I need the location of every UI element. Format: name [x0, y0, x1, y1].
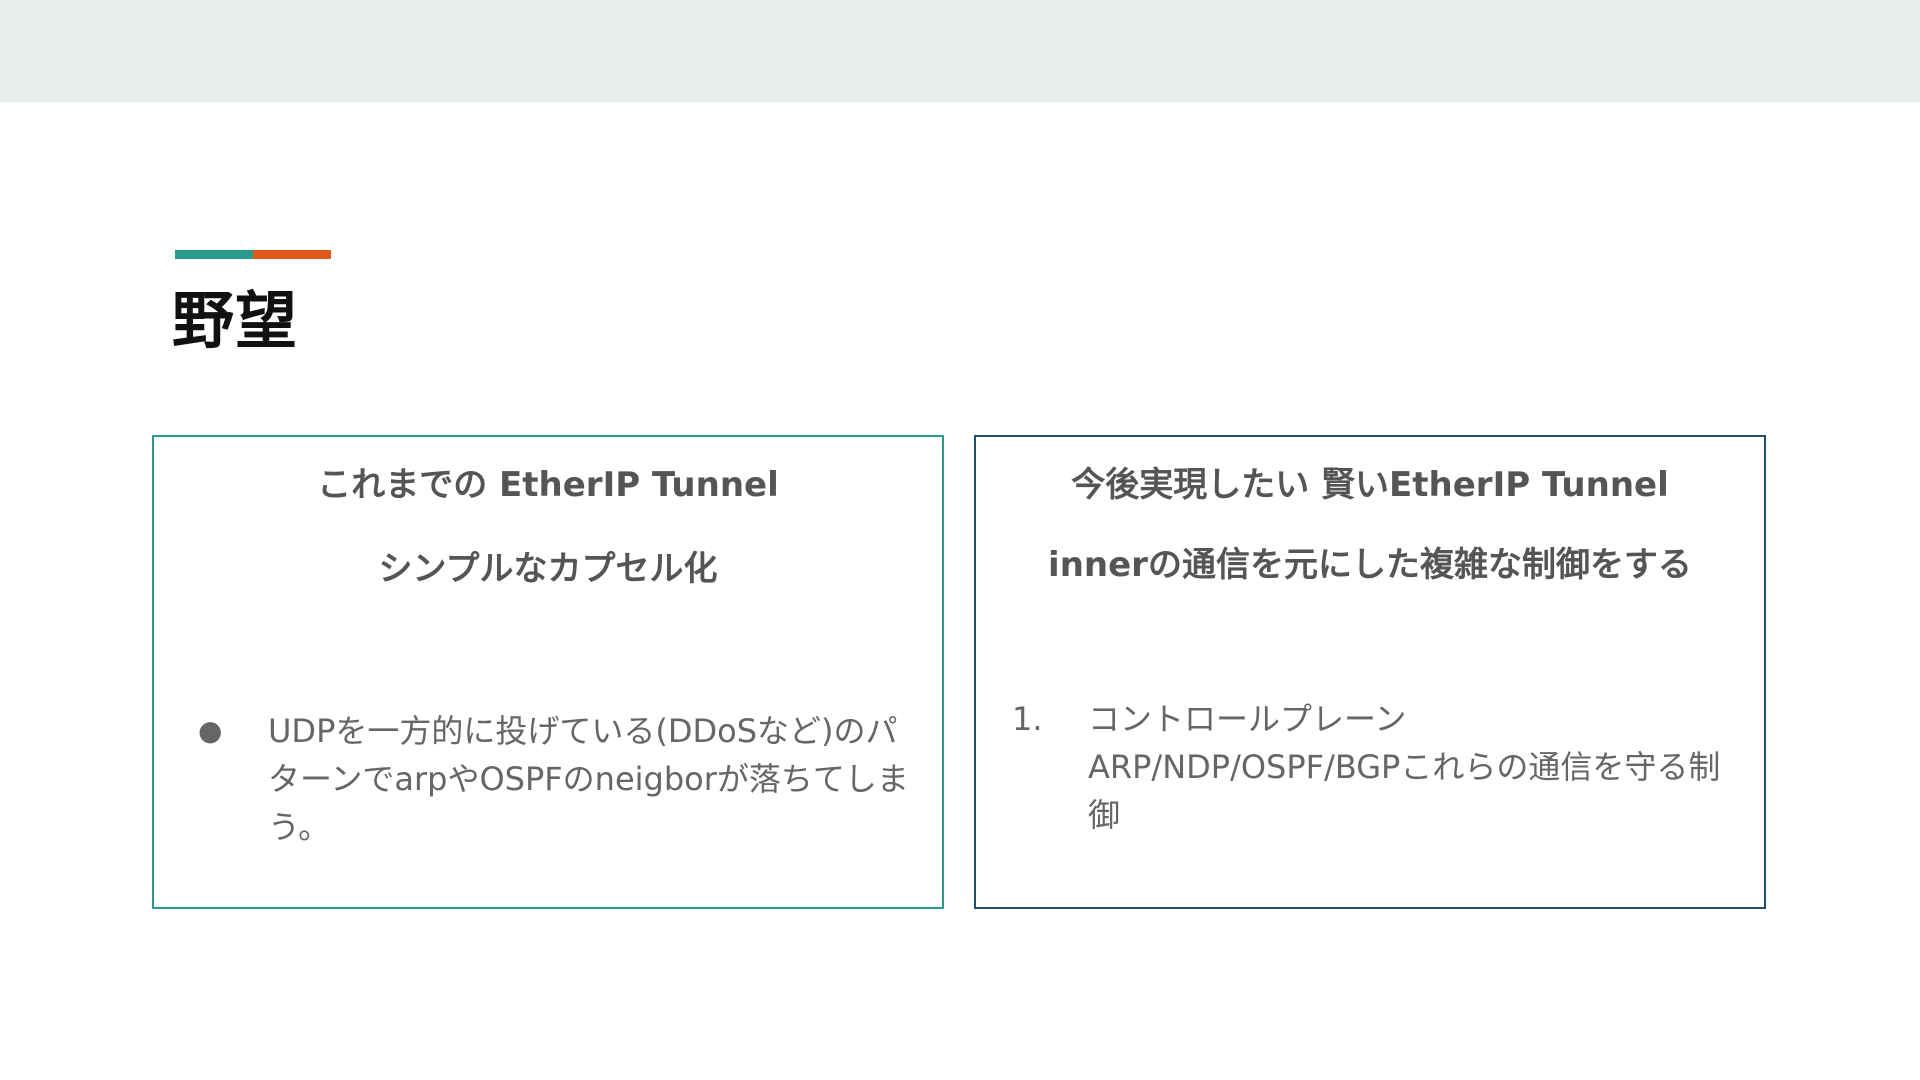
current-tunnel-heading: これまでの EtherIP Tunnel: [317, 465, 779, 505]
list-item: 1. コントロールプレーン ARP/NDP/OSPF/BGPこれらの通信を守る制…: [1012, 695, 1752, 839]
slide: 野望 これまでの EtherIP Tunnel シンプルなカプセル化 ● UDP…: [0, 102, 1920, 1080]
list-item-detail: ARP/NDP/OSPF/BGPこれらの通信を守る制御: [1088, 748, 1721, 834]
top-band: [0, 0, 1920, 102]
future-tunnel-heading: 今後実現したい 賢いEtherIP Tunnel: [1071, 465, 1669, 505]
list-item-body: コントロールプレーン ARP/NDP/OSPF/BGPこれらの通信を守る制御: [1088, 695, 1752, 839]
current-tunnel-panel: これまでの EtherIP Tunnel シンプルなカプセル化 ● UDPを一方…: [152, 435, 944, 909]
bullet-text: UDPを一方的に投げている(DDoSなど)のパターンでarpやOSPFのneig…: [268, 712, 909, 846]
list-item: ● UDPを一方的に投げている(DDoSなど)のパターンでarpやOSPFのne…: [198, 707, 928, 851]
list-number: 1.: [1012, 700, 1043, 738]
future-tunnel-subheading: innerの通信を元にした複雑な制御をする: [1048, 545, 1692, 585]
page-title: 野望: [172, 284, 299, 357]
accent-teal-segment: [175, 250, 253, 259]
current-tunnel-subheading: シンプルなカプセル化: [378, 549, 718, 589]
accent-orange-segment: [253, 250, 331, 259]
future-tunnel-panel: 今後実現したい 賢いEtherIP Tunnel innerの通信を元にした複雑…: [974, 435, 1766, 909]
list-item-title: コントロールプレーン: [1088, 700, 1407, 738]
bullet-icon: ●: [198, 714, 223, 747]
title-accent-bar: [175, 250, 331, 259]
